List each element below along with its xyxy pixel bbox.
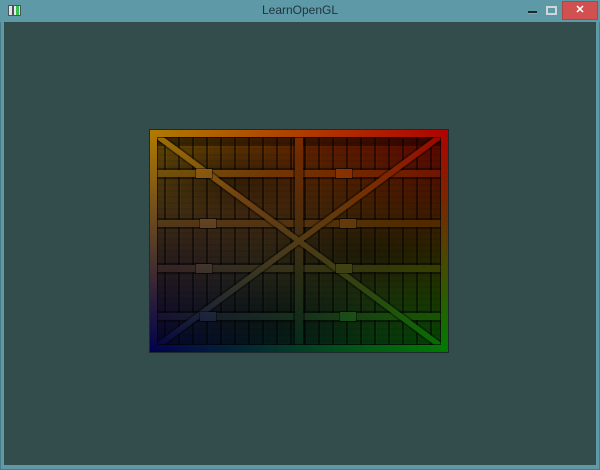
minimize-icon	[528, 11, 537, 14]
app-window: LearnOpenGL ✕	[0, 0, 600, 470]
minimize-button[interactable]	[522, 2, 540, 20]
close-icon: ✕	[575, 4, 585, 16]
close-button[interactable]: ✕	[562, 1, 598, 20]
texture-frame	[150, 130, 448, 352]
window-title: LearnOpenGL	[261, 3, 339, 17]
container-texture	[150, 130, 448, 352]
maximize-icon	[546, 6, 557, 15]
textured-quad	[150, 130, 448, 352]
gl-viewport	[4, 22, 596, 465]
titlebar: LearnOpenGL ✕	[0, 0, 600, 22]
maximize-button[interactable]	[541, 2, 559, 20]
